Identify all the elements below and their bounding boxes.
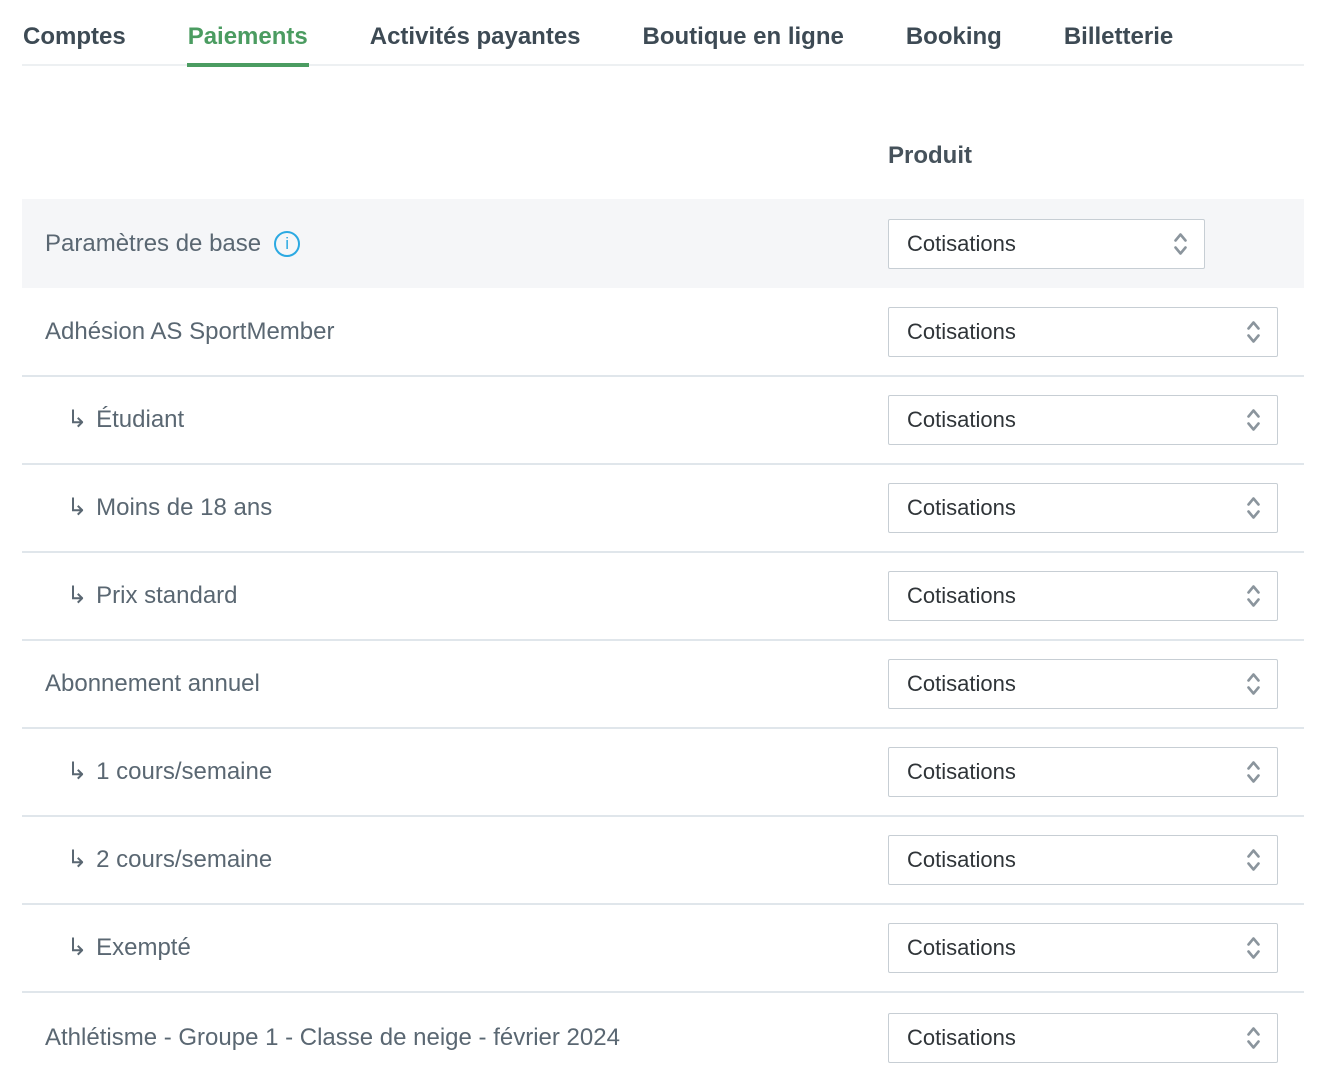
child-arrow-icon: ↳ bbox=[67, 845, 87, 875]
row-label: Paramètres de base bbox=[45, 229, 261, 259]
row-label: 2 cours/semaine bbox=[96, 845, 272, 875]
product-select-cell: Cotisations bbox=[888, 923, 1304, 973]
row-label: Adhésion AS SportMember bbox=[45, 317, 335, 347]
row-label: Étudiant bbox=[96, 405, 184, 435]
product-select-cell: Cotisations bbox=[888, 835, 1304, 885]
select-value: Cotisations bbox=[907, 847, 1016, 873]
row-label: Moins de 18 ans bbox=[96, 493, 272, 523]
tab-bar: Comptes Paiements Activités payantes Bou… bbox=[22, 0, 1304, 66]
tab-comptes[interactable]: Comptes bbox=[22, 22, 127, 64]
select-value: Cotisations bbox=[907, 935, 1016, 961]
chevron-up-down-icon bbox=[1246, 319, 1261, 345]
product-select-cell: Cotisations bbox=[888, 747, 1304, 797]
table-row-moins-de-18-ans: ↳ Moins de 18 ans Cotisations bbox=[22, 465, 1304, 553]
tab-activites-payantes[interactable]: Activités payantes bbox=[369, 22, 582, 64]
child-arrow-icon: ↳ bbox=[67, 493, 87, 523]
row-label-cell: ↳ 2 cours/semaine bbox=[22, 845, 888, 875]
table-row-prix-standard: ↳ Prix standard Cotisations bbox=[22, 553, 1304, 641]
select-value: Cotisations bbox=[907, 759, 1016, 785]
product-select[interactable]: Cotisations bbox=[888, 747, 1278, 797]
chevron-up-down-icon bbox=[1246, 495, 1261, 521]
select-value: Cotisations bbox=[907, 583, 1016, 609]
row-label: 1 cours/semaine bbox=[96, 757, 272, 787]
row-label-cell: Abonnement annuel bbox=[22, 669, 888, 699]
row-label-cell: ↳ Prix standard bbox=[22, 581, 888, 611]
product-select[interactable]: Cotisations bbox=[888, 1013, 1278, 1063]
row-label-cell: ↳ Exempté bbox=[22, 933, 888, 963]
child-arrow-icon: ↳ bbox=[67, 933, 87, 963]
row-label: Exempté bbox=[96, 933, 191, 963]
select-value: Cotisations bbox=[907, 671, 1016, 697]
child-arrow-icon: ↳ bbox=[67, 405, 87, 435]
page-content: Comptes Paiements Activités payantes Bou… bbox=[22, 0, 1304, 1082]
product-select-cell: Cotisations bbox=[888, 307, 1304, 357]
child-arrow-icon: ↳ bbox=[67, 757, 87, 787]
select-value: Cotisations bbox=[907, 495, 1016, 521]
row-label-cell: ↳ Moins de 18 ans bbox=[22, 493, 888, 523]
product-select[interactable]: Cotisations bbox=[888, 395, 1278, 445]
table-row-adhesion-as-sportmember: Adhésion AS SportMember Cotisations bbox=[22, 288, 1304, 377]
table-row-1-cours-semaine: ↳ 1 cours/semaine Cotisations bbox=[22, 729, 1304, 817]
product-select-cell: Cotisations bbox=[888, 659, 1304, 709]
product-select[interactable]: Cotisations bbox=[888, 307, 1278, 357]
select-value: Cotisations bbox=[907, 1025, 1016, 1051]
child-arrow-icon: ↳ bbox=[67, 581, 87, 611]
table-row-abonnement-annuel: Abonnement annuel Cotisations bbox=[22, 641, 1304, 729]
table-row-exempte: ↳ Exempté Cotisations bbox=[22, 905, 1304, 993]
product-select-cell: Cotisations bbox=[888, 1013, 1304, 1063]
chevron-up-down-icon bbox=[1246, 759, 1261, 785]
row-label-cell: Athlétisme - Groupe 1 - Classe de neige … bbox=[22, 1023, 888, 1053]
table-row-etudiant: ↳ Étudiant Cotisations bbox=[22, 377, 1304, 465]
product-select-cell: Cotisations bbox=[888, 483, 1304, 533]
product-select[interactable]: Cotisations bbox=[888, 219, 1205, 269]
row-label: Abonnement annuel bbox=[45, 669, 260, 699]
column-header-row: Produit bbox=[22, 142, 1304, 170]
select-value: Cotisations bbox=[907, 319, 1016, 345]
product-select[interactable]: Cotisations bbox=[888, 483, 1278, 533]
chevron-up-down-icon bbox=[1246, 847, 1261, 873]
row-label-cell: ↳ Étudiant bbox=[22, 405, 888, 435]
chevron-up-down-icon bbox=[1246, 407, 1261, 433]
chevron-up-down-icon bbox=[1246, 583, 1261, 609]
row-label-cell: ↳ 1 cours/semaine bbox=[22, 757, 888, 787]
product-select-cell: Cotisations bbox=[888, 219, 1304, 269]
row-label-cell: Paramètres de base i bbox=[22, 229, 888, 259]
tab-billetterie[interactable]: Billetterie bbox=[1063, 22, 1174, 64]
chevron-up-down-icon bbox=[1246, 1025, 1261, 1051]
select-value: Cotisations bbox=[907, 407, 1016, 433]
chevron-up-down-icon bbox=[1246, 935, 1261, 961]
info-icon[interactable]: i bbox=[274, 231, 300, 257]
tab-boutique-en-ligne[interactable]: Boutique en ligne bbox=[642, 22, 845, 64]
table-row-2-cours-semaine: ↳ 2 cours/semaine Cotisations bbox=[22, 817, 1304, 905]
select-value: Cotisations bbox=[907, 231, 1016, 257]
table-row-athletisme-groupe-1: Athlétisme - Groupe 1 - Classe de neige … bbox=[22, 993, 1304, 1082]
chevron-up-down-icon bbox=[1173, 231, 1188, 257]
product-select-cell: Cotisations bbox=[888, 571, 1304, 621]
row-label-cell: Adhésion AS SportMember bbox=[22, 317, 888, 347]
tab-paiements[interactable]: Paiements bbox=[187, 22, 309, 64]
product-select[interactable]: Cotisations bbox=[888, 659, 1278, 709]
product-select[interactable]: Cotisations bbox=[888, 923, 1278, 973]
product-select-cell: Cotisations bbox=[888, 395, 1304, 445]
produit-column-header: Produit bbox=[888, 142, 972, 169]
product-select[interactable]: Cotisations bbox=[888, 571, 1278, 621]
product-select[interactable]: Cotisations bbox=[888, 835, 1278, 885]
table-row-parametres-de-base: Paramètres de base i Cotisations bbox=[22, 199, 1304, 288]
tab-booking[interactable]: Booking bbox=[905, 22, 1003, 64]
chevron-up-down-icon bbox=[1246, 671, 1261, 697]
row-label: Athlétisme - Groupe 1 - Classe de neige … bbox=[45, 1023, 620, 1053]
row-label: Prix standard bbox=[96, 581, 237, 611]
